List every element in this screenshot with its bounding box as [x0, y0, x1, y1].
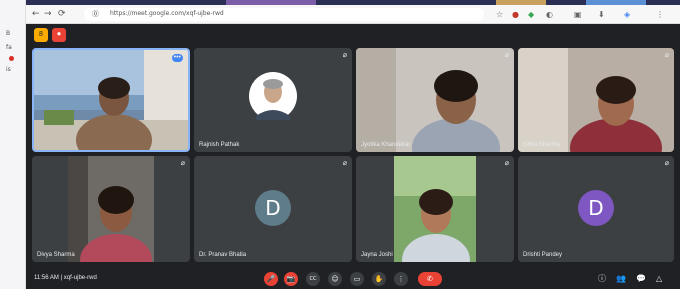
menu-icon[interactable]: ⋮	[656, 11, 664, 19]
participant-name: Jyotika Khandekar	[361, 142, 411, 148]
bookmark-star-icon[interactable]: ☆	[496, 11, 503, 19]
video-feed-balcony	[34, 50, 188, 150]
participant-tile-3[interactable]: ⌀ Jyotika Khandekar	[356, 48, 514, 152]
profile-icon[interactable]: ◈	[624, 11, 630, 19]
mic-off-icon: ⌀	[504, 160, 509, 167]
extension-icon-1[interactable]: ●	[512, 11, 519, 19]
participant-tile-5[interactable]: ⌀ Divya Sharma	[32, 156, 190, 262]
speaking-indicator-icon: •••	[171, 54, 183, 62]
notification-dot	[9, 56, 14, 61]
mic-toggle-button[interactable]: 🎤	[264, 272, 278, 286]
mic-off-icon: ⌀	[504, 52, 509, 59]
extension-icon-2[interactable]: ◆	[528, 11, 534, 19]
participant-tile-6[interactable]: D ⌀ Dr. Pranav Bhatia	[194, 156, 352, 262]
mic-off-icon: ⌀	[180, 160, 185, 167]
reload-icon[interactable]: ⟳	[58, 9, 66, 19]
camera-toggle-button[interactable]: 📷	[284, 272, 298, 286]
participant-name: Ishita Sharma	[523, 142, 561, 148]
people-icon[interactable]: 👥	[616, 274, 626, 283]
lock-icon: ⓪	[92, 10, 99, 18]
participant-name: Divya Sharma	[37, 252, 75, 258]
mic-off-icon: ⌀	[664, 160, 669, 167]
participant-tile-7[interactable]: ⌀ Jayna Joshi	[356, 156, 514, 262]
sidebar-item-3[interactable]: is	[6, 66, 11, 73]
participant-tile-2[interactable]: ⌀ Rajnish Pathak	[194, 48, 352, 152]
meeting-controls-bar: 11:56 AM | xqf-ujbe-rwd 🎤 📷 CC ☺ ▭ ✋ ⋮ ✆…	[26, 268, 680, 289]
participant-tile-8[interactable]: D ⌀ Drishti Pandey	[518, 156, 674, 262]
back-icon[interactable]: ←	[32, 9, 40, 19]
tab-strip	[26, 0, 680, 5]
participant-name: Dr. Pranav Bhatia	[199, 252, 247, 258]
video-feed-garden	[394, 156, 476, 262]
mic-off-icon: ⌀	[664, 52, 669, 59]
url-text: https://meet.google.com/xqf-ujbe-rwd	[110, 10, 224, 17]
video-feed-room-warm	[518, 48, 674, 152]
forward-icon[interactable]: →	[44, 9, 52, 19]
participant-avatar: D	[255, 190, 291, 226]
download-icon[interactable]: ⬇	[598, 11, 605, 19]
browser-toolbar: ← → ⟳ ⓪ https://meet.google.com/xqf-ujbe…	[26, 0, 680, 24]
extension-icon-3[interactable]: ◐	[546, 11, 553, 19]
participant-avatar: D	[578, 190, 614, 226]
meet-header: 8 ⏺	[26, 24, 680, 46]
participant-tile-1[interactable]: •••	[32, 48, 190, 152]
sidebar-item-2[interactable]: fa	[6, 44, 12, 51]
captions-button[interactable]: CC	[306, 272, 320, 286]
activities-icon[interactable]: △	[656, 274, 662, 283]
leave-call-button[interactable]: ✆	[418, 272, 442, 286]
record-icon[interactable]: ⏺	[52, 28, 66, 42]
extension-icon-4[interactable]: ▣	[574, 11, 582, 19]
meet-window: 8 ⏺ ••• ⌀ Rajnish Pathak ⌀ Jyotika Khand…	[26, 24, 680, 289]
raise-hand-button[interactable]: ✋	[372, 272, 386, 286]
video-feed-car	[68, 156, 154, 262]
participant-name: Jayna Joshi	[361, 252, 393, 258]
meeting-details-icon[interactable]: ⓘ	[598, 274, 606, 283]
participant-name: Drishti Pandey	[523, 252, 563, 258]
present-screen-button[interactable]: ▭	[350, 272, 364, 286]
browser-sidebar: B fa is	[0, 0, 26, 289]
address-bar[interactable]: ⓪ https://meet.google.com/xqf-ujbe-rwd	[84, 8, 484, 21]
mic-off-icon: ⌀	[342, 160, 347, 167]
video-feed-room	[356, 48, 514, 152]
participant-tile-4[interactable]: ⌀ Ishita Sharma	[518, 48, 674, 152]
sidebar-item-1[interactable]: B	[6, 30, 10, 37]
mic-off-icon: ⌀	[342, 52, 347, 59]
chat-icon[interactable]: 💬	[636, 274, 646, 283]
participant-name: Rajnish Pathak	[199, 142, 240, 148]
participants-badge[interactable]: 8	[34, 28, 48, 42]
meeting-time-and-code: 11:56 AM | xqf-ujbe-rwd	[34, 275, 97, 281]
more-options-button[interactable]: ⋮	[394, 272, 408, 286]
reactions-button[interactable]: ☺	[328, 272, 342, 286]
profile-photo	[249, 72, 297, 120]
